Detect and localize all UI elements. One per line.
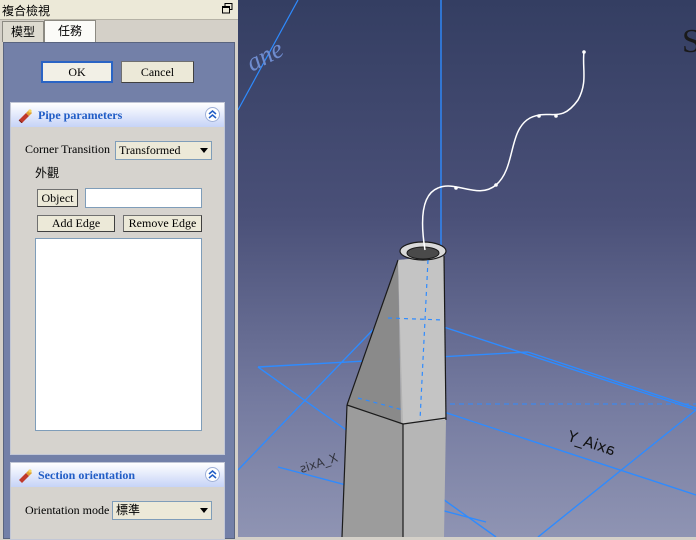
- tab-tasks[interactable]: 任務: [44, 20, 96, 43]
- combo-view-title: 複合檢視: [2, 4, 51, 18]
- 3d-viewport[interactable]: ane axiA_Y X_Axis S: [238, 0, 696, 537]
- section-orientation-box: Section orientation Orientation mode 標準: [10, 462, 225, 540]
- task-panel: OK Cancel Pipe parameters Corner Transit…: [3, 42, 235, 540]
- dropdown-arrow-icon: [200, 508, 208, 513]
- combo-view-titlebar: 複合檢視: [0, 0, 238, 20]
- pipe-icon: [17, 467, 33, 483]
- plane-label: ane: [241, 34, 288, 77]
- pipe-parameters-box: Pipe parameters Corner Transition Transf…: [10, 102, 225, 455]
- corner-transition-select[interactable]: Transformed: [115, 141, 212, 160]
- section-orientation-title: Section orientation: [38, 468, 135, 482]
- dropdown-arrow-icon: [200, 148, 208, 153]
- object-field[interactable]: [85, 188, 202, 208]
- corner-transition-value: Transformed: [119, 143, 181, 157]
- pipe-solid: [341, 241, 447, 537]
- path-points: [454, 50, 586, 190]
- cancel-button[interactable]: Cancel: [121, 61, 194, 83]
- remove-edge-button[interactable]: Remove Edge: [123, 215, 202, 232]
- collapse-chevron-icon[interactable]: [205, 467, 220, 482]
- tab-model[interactable]: 模型: [2, 21, 44, 42]
- combo-view-panel: 複合檢視 模型 任務 OK Cancel Pipe parameters Cor…: [0, 0, 238, 540]
- orientation-mode-value: 標準: [116, 503, 141, 517]
- pipe-parameters-title: Pipe parameters: [38, 108, 123, 122]
- combo-view-tabs: 模型 任務: [0, 20, 238, 43]
- ground-plane: [238, 309, 696, 537]
- section-orientation-header[interactable]: Section orientation: [11, 463, 224, 487]
- edge-list[interactable]: [35, 238, 202, 431]
- sweep-path: [421, 51, 585, 251]
- corner-glyph: S: [682, 23, 696, 60]
- add-edge-button[interactable]: Add Edge: [37, 215, 115, 232]
- collapse-chevron-icon[interactable]: [205, 107, 220, 122]
- object-button[interactable]: Object: [37, 189, 78, 207]
- orientation-mode-label: Orientation mode: [25, 503, 110, 517]
- restore-icon[interactable]: [222, 3, 233, 14]
- ok-button[interactable]: OK: [41, 61, 113, 83]
- profile-group-label: 外觀: [35, 166, 60, 180]
- axis-x-label: X_Axis: [298, 450, 340, 475]
- axis-y-label: axiA_Y: [564, 427, 617, 461]
- pipe-icon: [17, 107, 33, 124]
- pipe-parameters-header[interactable]: Pipe parameters: [11, 103, 224, 127]
- corner-transition-label: Corner Transition: [25, 142, 111, 156]
- orientation-mode-select[interactable]: 標準: [112, 501, 212, 520]
